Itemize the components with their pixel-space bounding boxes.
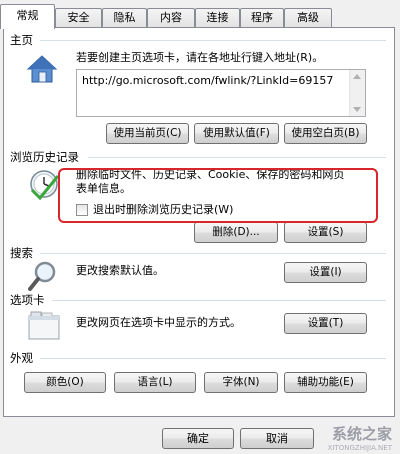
cancel-button[interactable]: 取消	[240, 428, 314, 449]
accessibility-button[interactable]: 辅助功能(E)	[284, 372, 367, 393]
use-current-button[interactable]: 使用当前页(C)	[106, 123, 189, 144]
section-divider	[40, 358, 386, 359]
section-divider	[88, 157, 386, 158]
languages-button[interactable]: 语言(L)	[114, 372, 196, 393]
tab-strip: 常规 安全 隐私 内容 连接 程序 高级	[0, 4, 400, 29]
watermark-logo: 系统之家	[331, 425, 392, 443]
tabs-window-icon	[28, 311, 60, 340]
search-settings-button[interactable]: 设置(I)	[284, 262, 367, 283]
url-scrollbar[interactable]	[349, 70, 365, 116]
fonts-button[interactable]: 字体(N)	[204, 372, 278, 393]
scroll-up-icon[interactable]	[353, 74, 361, 79]
colors-button[interactable]: 颜色(O)	[24, 372, 106, 393]
highlight-box	[58, 168, 378, 223]
tab-privacy[interactable]: 隐私	[102, 8, 147, 28]
use-default-button[interactable]: 使用默认值(F)	[194, 123, 279, 144]
scroll-down-icon[interactable]	[353, 107, 361, 112]
tab-security[interactable]: 安全	[55, 8, 102, 28]
section-divider	[40, 40, 386, 41]
delete-history-button[interactable]: 删除(D)...	[194, 222, 278, 243]
history-section-title: 浏览历史记录	[10, 150, 79, 164]
tab-content[interactable]: 内容	[147, 8, 195, 28]
tab-general[interactable]: 常规	[0, 4, 55, 29]
section-divider	[52, 300, 386, 301]
tabs-section-title: 选项卡	[10, 293, 45, 307]
ok-button[interactable]: 确定	[162, 428, 234, 449]
appearance-section-title: 外观	[10, 351, 33, 365]
homepage-url-text: http://go.microsoft.com/fwlink/?LinkId=6…	[82, 74, 334, 87]
history-settings-button[interactable]: 设置(S)	[284, 222, 367, 243]
section-divider	[40, 253, 386, 254]
tab-connections[interactable]: 连接	[195, 8, 240, 28]
tabs-description: 更改网页在选项卡中显示的方式。	[76, 316, 241, 329]
homepage-section-title: 主页	[10, 33, 33, 47]
home-icon	[26, 55, 58, 83]
search-magnifier-icon	[28, 261, 56, 291]
tab-programs[interactable]: 程序	[240, 8, 284, 28]
search-description: 更改搜索默认值。	[76, 264, 164, 277]
history-clock-icon	[30, 170, 60, 200]
use-blank-button[interactable]: 使用空白页(B)	[284, 123, 367, 144]
tab-advanced[interactable]: 高级	[284, 8, 332, 28]
homepage-url-textarea[interactable]: http://go.microsoft.com/fwlink/?LinkId=6…	[76, 69, 366, 117]
watermark-sub: XITONGZHIJIA.NET	[327, 444, 392, 452]
homepage-instruction: 若要创建主页选项卡，请在各地址行键入地址(R)。	[76, 51, 324, 64]
search-section-title: 搜索	[10, 246, 33, 260]
tabs-settings-button[interactable]: 设置(T)	[284, 313, 367, 334]
